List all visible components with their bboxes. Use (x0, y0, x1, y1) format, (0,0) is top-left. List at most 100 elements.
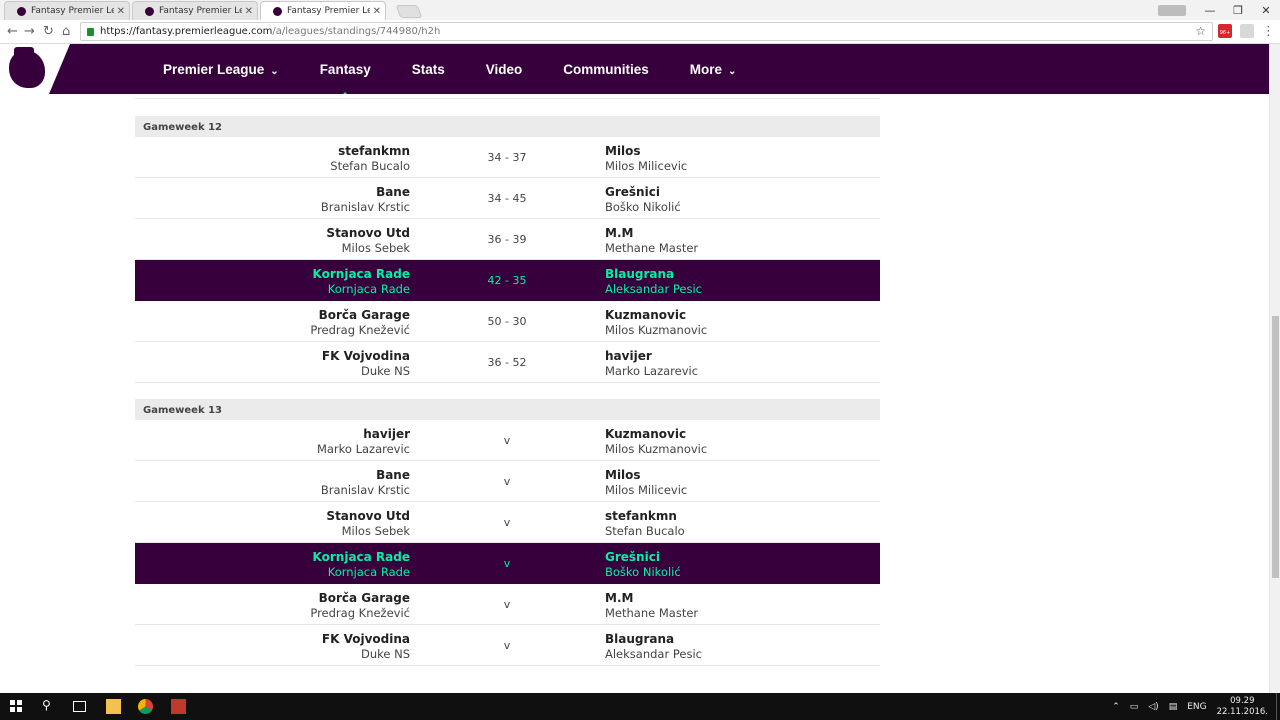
home-entry: Kornjaca Rade Kornjaca Rade (313, 267, 410, 297)
away-team-name[interactable]: Milos (605, 468, 687, 483)
away-manager-name: Methane Master (605, 241, 699, 255)
adblock-extension-icon[interactable]: 96+ (1218, 24, 1232, 38)
away-manager-name: Aleksandar Pesic (605, 647, 702, 661)
browser-tab-title: Fantasy Premier League (31, 6, 114, 16)
fixture-row[interactable]: havijer Marko Lazarevic v Kuzmanovic Milos K… (135, 420, 880, 461)
away-team-name[interactable]: M.M (605, 226, 698, 241)
scrollbar-thumb[interactable] (1272, 316, 1279, 578)
home-icon[interactable]: ⌂ (62, 24, 70, 39)
home-team-name[interactable]: havijer (317, 427, 410, 442)
task-view-icon[interactable] (73, 701, 86, 712)
home-entry: Kornjaca Rade Kornjaca Rade (313, 550, 410, 580)
home-manager-name: Marko Lazarevic (316, 442, 410, 456)
away-team-name[interactable]: stefankmn (605, 509, 685, 524)
fixture-row[interactable]: Borča Garage Predrag Knežević v M.M Methane … (135, 584, 880, 625)
windows-start-icon[interactable] (10, 700, 22, 712)
home-team-name[interactable]: Borča Garage (310, 308, 410, 323)
crown-icon (14, 47, 34, 55)
clock-date: 22.11.2016. (1216, 706, 1268, 717)
volume-icon[interactable]: ◁) (1148, 702, 1158, 712)
fixture-row[interactable]: Kornjaca Rade Kornjaca Rade 42 - 35 Blaugra… (135, 260, 880, 301)
fixture-row[interactable]: Borča Garage Predrag Knežević 50 - 30 Kuzma… (135, 301, 880, 342)
away-team-name[interactable]: havijer (605, 349, 698, 364)
network-icon[interactable]: ▭ (1130, 702, 1139, 712)
browser-tab-strip: Fantasy Premier League ✕ Fantasy Premier… (0, 0, 1280, 20)
away-team-name[interactable]: Blaugrana (605, 267, 702, 282)
browser-tab-active[interactable]: Fantasy Premier League ✕ (260, 1, 386, 20)
close-tab-icon[interactable]: ✕ (245, 6, 253, 17)
away-team-name[interactable]: M.M (605, 591, 698, 606)
h2h-fixtures: Gameweek 12 stefankmn Stefan Bucalo 34 - 37… (0, 94, 1269, 693)
nav-item-communities[interactable]: Communities (563, 62, 649, 77)
home-entry: Borča Garage Predrag Knežević (310, 591, 410, 621)
fixture-row[interactable]: FK Vojvodina Duke NS v Blaugrana Aleksandar … (135, 625, 880, 666)
away-entry: Blaugrana Aleksandar Pesic (605, 267, 702, 297)
fixture-row[interactable]: stefankmn Stefan Bucalo 34 - 37 Milos Milos … (135, 137, 880, 178)
home-team-name[interactable]: FK Vojvodina (322, 349, 410, 364)
away-team-name[interactable]: Kuzmanovic (605, 427, 707, 442)
home-team-name[interactable]: Bane (321, 185, 410, 200)
away-team-name[interactable]: Milos (605, 144, 687, 159)
fixture-row[interactable]: Stanovo Utd Milos Sebek v stefankmn Stefan B… (135, 502, 880, 543)
home-team-name[interactable]: stefankmn (330, 144, 410, 159)
close-window-icon[interactable]: ✕ (1252, 4, 1280, 17)
close-tab-icon[interactable]: ✕ (117, 6, 125, 17)
away-team-name[interactable]: Blaugrana (605, 632, 702, 647)
forward-arrow-icon[interactable]: → (24, 24, 35, 39)
home-team-name[interactable]: Stanovo Utd (326, 226, 410, 241)
fixture-row[interactable]: Kornjaca Rade Kornjaca Rade v Grešnici Boško… (135, 543, 880, 584)
nav-item-premier-league[interactable]: Premier League ⌄ (163, 62, 279, 77)
minimize-icon[interactable]: — (1196, 4, 1224, 17)
nav-item-video[interactable]: Video (486, 62, 523, 77)
away-team-name[interactable]: Kuzmanovic (605, 308, 707, 323)
nav-item-stats[interactable]: Stats (412, 62, 445, 77)
home-team-name[interactable]: Bane (321, 468, 410, 483)
new-tab-button[interactable] (395, 5, 423, 18)
fixture-row[interactable]: Stanovo Utd Milos Sebek 36 - 39 M.M Methane … (135, 219, 880, 260)
user-profile-icon[interactable] (1158, 4, 1186, 16)
home-manager-name: Branislav Krstic (320, 483, 410, 497)
away-entry: Grešnici Boško Nikolić (605, 550, 681, 580)
back-arrow-icon[interactable]: ← (7, 24, 18, 39)
bookmark-star-icon[interactable]: ☆ (1195, 24, 1206, 38)
chrome-icon[interactable] (138, 699, 153, 714)
chevron-up-icon[interactable]: ⌃ (1112, 702, 1120, 712)
away-team-name[interactable]: Grešnici (605, 550, 681, 565)
reload-icon[interactable]: ↻ (43, 24, 54, 39)
home-entry: Bane Branislav Krstic (321, 185, 410, 215)
fixture-row[interactable]: Bane Branislav Krstic 34 - 45 Grešnici Boško… (135, 178, 880, 219)
away-team-name[interactable]: Grešnici (605, 185, 681, 200)
fixture-score: v (503, 639, 511, 652)
search-icon[interactable]: ⚲ (42, 698, 57, 713)
nav-item-label: Fantasy (319, 61, 371, 77)
fixture-score: 42 - 35 (487, 274, 527, 287)
home-team-name[interactable]: FK Vojvodina (322, 632, 410, 647)
notification-icon[interactable]: ▤ (1169, 702, 1178, 712)
home-team-name[interactable]: Kornjaca Rade (313, 550, 410, 565)
nav-item-fantasy[interactable]: Fantasy (319, 61, 371, 94)
address-bar[interactable]: https://fantasy.premierleague.com/a/leag… (80, 22, 1213, 41)
nav-item-more[interactable]: More ⌄ (690, 62, 737, 77)
file-explorer-icon[interactable] (106, 699, 121, 714)
browser-tab-title: Fantasy Premier League (159, 6, 242, 16)
app-icon[interactable] (171, 699, 186, 714)
home-manager-name: Kornjaca Rade (327, 282, 410, 296)
scrollbar[interactable] (1269, 44, 1280, 693)
browser-tab[interactable]: Fantasy Premier League ✕ (4, 1, 130, 20)
restore-icon[interactable]: ❐ (1224, 4, 1252, 17)
premier-league-favicon-icon (17, 6, 26, 16)
extension-icon[interactable] (1240, 24, 1254, 38)
browser-tab[interactable]: Fantasy Premier League ✕ (132, 1, 258, 20)
menu-icon[interactable]: ⋮ (1262, 24, 1275, 39)
home-team-name[interactable]: Stanovo Utd (326, 509, 410, 524)
away-manager-name: Boško Nikolić (605, 200, 681, 214)
clock[interactable]: 09.29 22.11.2016. (1217, 696, 1268, 718)
fixture-row[interactable]: FK Vojvodina Duke NS 36 - 52 havijer Marko L… (135, 342, 880, 383)
show-desktop-button[interactable] (1276, 693, 1280, 720)
premier-league-logo[interactable] (0, 44, 70, 94)
home-team-name[interactable]: Kornjaca Rade (313, 267, 410, 282)
fixture-row[interactable]: Bane Branislav Krstic v Milos Milos Milicevi… (135, 461, 880, 502)
language-indicator[interactable]: ENG (1187, 702, 1206, 712)
home-team-name[interactable]: Borča Garage (310, 591, 410, 606)
close-tab-icon[interactable]: ✕ (373, 6, 381, 17)
